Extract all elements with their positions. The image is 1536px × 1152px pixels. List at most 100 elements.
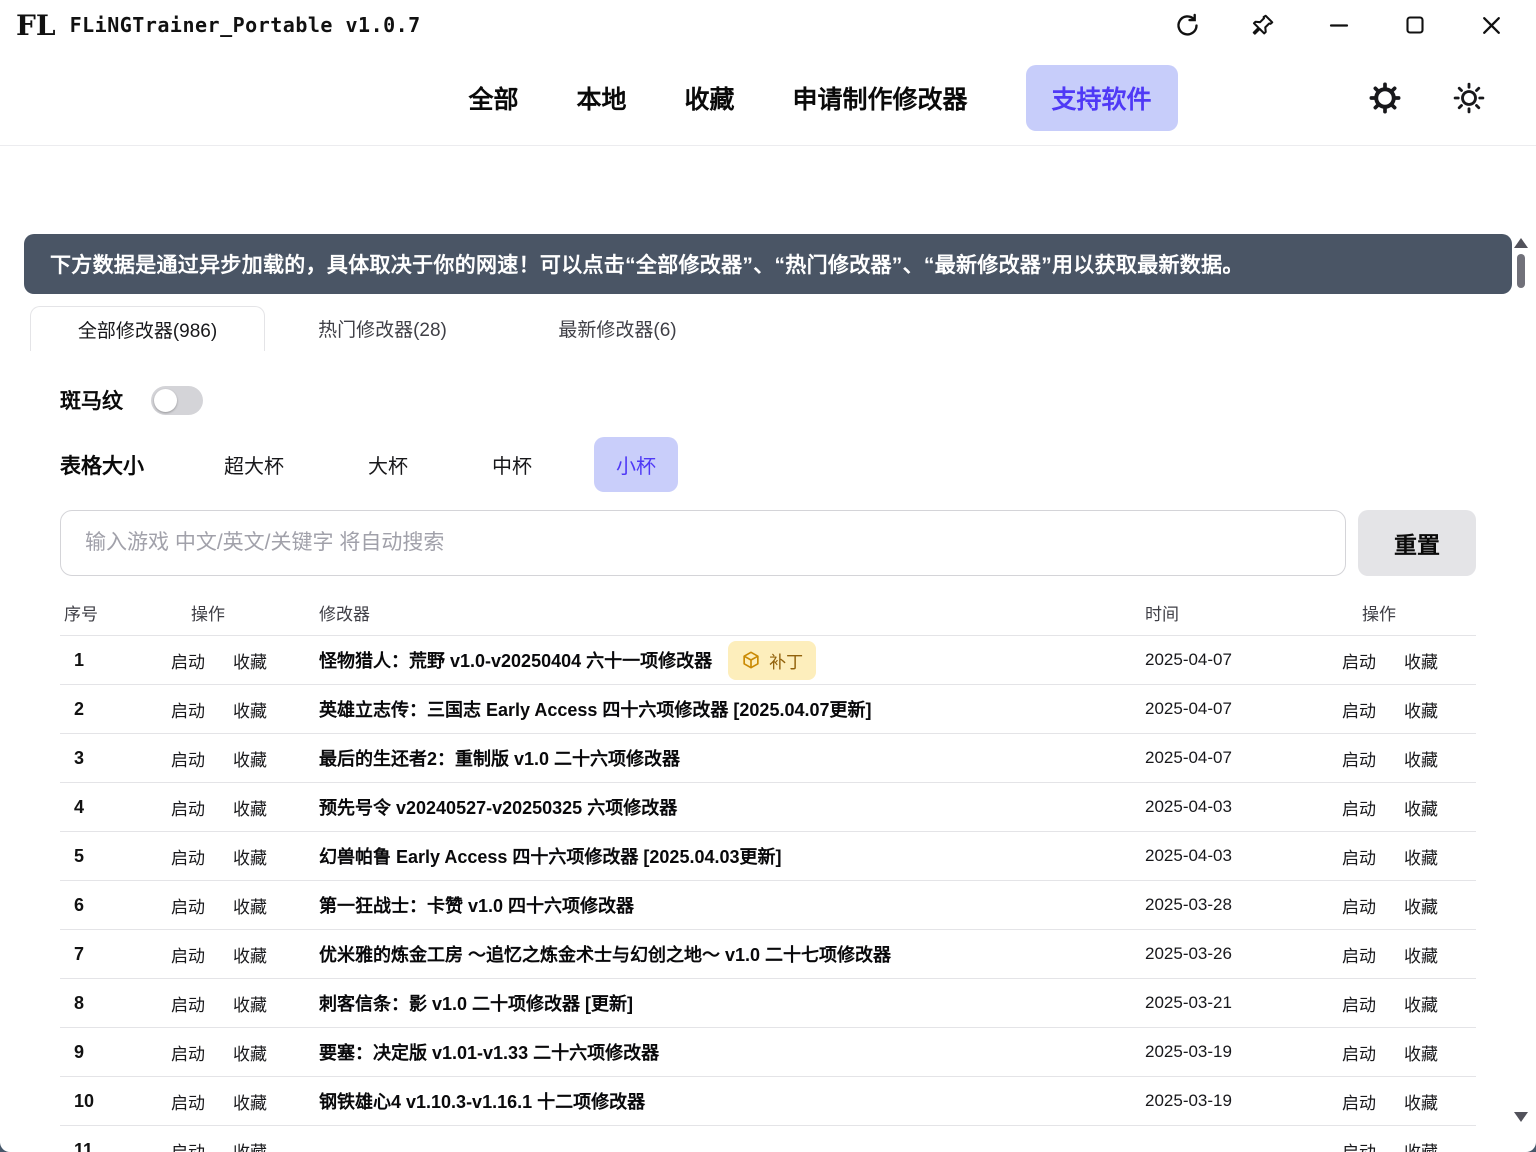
launch-button[interactable]: 启动 bbox=[171, 751, 205, 770]
favorite-button[interactable]: 收藏 bbox=[1404, 751, 1438, 770]
row-number: 2 bbox=[64, 699, 84, 719]
launch-button[interactable]: 启动 bbox=[1342, 996, 1376, 1015]
favorite-button[interactable]: 收藏 bbox=[233, 849, 267, 868]
launch-button[interactable]: 启动 bbox=[1342, 751, 1376, 770]
size-option-1[interactable]: 超大杯 bbox=[202, 437, 306, 492]
trainer-name: 钢铁雄心4 v1.10.3-v1.16.1 十二项修改器 bbox=[319, 1088, 645, 1114]
launch-button[interactable]: 启动 bbox=[1342, 1094, 1376, 1113]
launch-button[interactable]: 启动 bbox=[1342, 702, 1376, 721]
favorite-button[interactable]: 收藏 bbox=[1404, 1045, 1438, 1064]
size-option-3[interactable]: 中杯 bbox=[470, 437, 554, 492]
size-option-2[interactable]: 大杯 bbox=[346, 437, 430, 492]
scrollbar-track[interactable] bbox=[1514, 248, 1528, 1112]
app-logo: FL bbox=[16, 9, 56, 42]
table-row: 8启动收藏刺客信条：影 v1.0 二十项修改器 [更新]2025-03-21启动… bbox=[60, 979, 1476, 1028]
launch-button[interactable]: 启动 bbox=[171, 653, 205, 672]
zebra-row: 斑马纹 bbox=[60, 385, 1476, 415]
search-input[interactable] bbox=[60, 510, 1346, 576]
tab-3[interactable]: 最新修改器(6) bbox=[500, 306, 735, 351]
tab-1[interactable]: 全部修改器(986) bbox=[30, 306, 265, 351]
scrollbar-thumb[interactable] bbox=[1517, 254, 1525, 288]
favorite-button[interactable]: 收藏 bbox=[1404, 996, 1438, 1015]
nav-item-2[interactable]: 本地 bbox=[576, 80, 626, 116]
row-number: 5 bbox=[64, 846, 84, 866]
trainer-date: 2025-04-07 bbox=[1145, 650, 1232, 669]
zebra-toggle[interactable] bbox=[151, 386, 203, 415]
launch-button[interactable]: 启动 bbox=[171, 996, 205, 1015]
favorite-button[interactable]: 收藏 bbox=[1404, 653, 1438, 672]
launch-button[interactable]: 启动 bbox=[1342, 849, 1376, 868]
launch-button[interactable]: 启动 bbox=[171, 1094, 205, 1113]
favorite-button[interactable]: 收藏 bbox=[233, 653, 267, 672]
launch-button[interactable]: 启动 bbox=[1342, 947, 1376, 966]
nav-item-5[interactable]: 支持软件 bbox=[1026, 65, 1178, 131]
pin-icon[interactable] bbox=[1248, 10, 1278, 40]
window-controls bbox=[1172, 10, 1520, 40]
launch-button[interactable]: 启动 bbox=[1342, 1143, 1376, 1152]
trainer-date: 2025-04-07 bbox=[1145, 748, 1232, 767]
trainer-date: 2025-03-19 bbox=[1145, 1091, 1232, 1110]
nav-item-4[interactable]: 申请制作修改器 bbox=[793, 80, 968, 116]
window-title: FLiNGTrainer_Portable v1.0.7 bbox=[70, 13, 421, 37]
table-row: 5 启动 收藏 幻兽帕鲁 Early Access 四十六项修改器 [2025.04.… bbox=[60, 832, 1476, 881]
launch-button[interactable]: 启动 bbox=[1342, 800, 1376, 819]
minimize-icon[interactable] bbox=[1324, 10, 1354, 40]
scroll-up-icon[interactable] bbox=[1514, 238, 1528, 248]
favorite-button[interactable]: 收藏 bbox=[1404, 800, 1438, 819]
favorite-button[interactable]: 收藏 bbox=[233, 898, 267, 917]
trainer-panel: 斑马纹 表格大小 超大杯大杯中杯小杯 重置 序号 操作 bbox=[24, 385, 1512, 1152]
favorite-button[interactable]: 收藏 bbox=[233, 947, 267, 966]
favorite-button[interactable]: 收藏 bbox=[233, 1045, 267, 1064]
favorite-button[interactable]: 收藏 bbox=[233, 702, 267, 721]
favorite-button[interactable]: 收藏 bbox=[1404, 849, 1438, 868]
table-header-row: 序号 操作 修改器 时间 操作 bbox=[60, 590, 1476, 636]
favorite-button[interactable]: 收藏 bbox=[1404, 947, 1438, 966]
launch-button[interactable]: 启动 bbox=[1342, 653, 1376, 672]
search-row: 重置 bbox=[60, 510, 1476, 576]
favorite-button[interactable]: 收藏 bbox=[233, 751, 267, 770]
launch-button[interactable]: 启动 bbox=[1342, 898, 1376, 917]
trainer-name: 优米雅的炼金工房 ～追忆之炼金术士与幻创之地～ v1.0 二十七项修改器 bbox=[319, 941, 891, 967]
launch-button[interactable]: 启动 bbox=[171, 1143, 205, 1152]
table-row: 2启动收藏英雄立志传：三国志 Early Access 四十六项修改器 [202… bbox=[60, 685, 1476, 734]
favorite-button[interactable]: 收藏 bbox=[1404, 898, 1438, 917]
launch-button[interactable]: 启动 bbox=[171, 800, 205, 819]
row-number: 9 bbox=[64, 1042, 84, 1062]
favorite-button[interactable]: 收藏 bbox=[233, 1094, 267, 1113]
size-option-4[interactable]: 小杯 bbox=[594, 437, 678, 492]
launch-button[interactable]: 启动 bbox=[171, 1045, 205, 1064]
navbar-right bbox=[1368, 81, 1486, 115]
maximize-icon[interactable] bbox=[1400, 10, 1430, 40]
favorite-button[interactable]: 收藏 bbox=[1404, 1143, 1438, 1152]
nav-item-3[interactable]: 收藏 bbox=[684, 80, 734, 116]
trainer-name: 怪物猎人：荒野 v1.0-v20250404 六十一项修改器 bbox=[319, 647, 712, 673]
table-row: 10启动收藏钢铁雄心4 v1.10.3-v1.16.1 十二项修改器2025-0… bbox=[60, 1077, 1476, 1126]
patch-badge[interactable]: 补丁 bbox=[728, 641, 816, 680]
favorite-button[interactable]: 收藏 bbox=[233, 800, 267, 819]
launch-button[interactable]: 启动 bbox=[171, 849, 205, 868]
gear-icon[interactable] bbox=[1368, 81, 1402, 115]
scroll-down-icon[interactable] bbox=[1514, 1112, 1528, 1122]
launch-button[interactable]: 启动 bbox=[171, 702, 205, 721]
trainer-date: 2025-03-28 bbox=[1145, 895, 1232, 914]
close-icon[interactable] bbox=[1476, 10, 1506, 40]
vertical-scrollbar[interactable] bbox=[1514, 238, 1528, 1122]
trainer-name: 幻兽帕鲁 Early Access 四十六项修改器 [2025.04.03更新] bbox=[319, 843, 782, 869]
favorite-button[interactable]: 收藏 bbox=[1404, 1094, 1438, 1113]
favorite-button[interactable]: 收藏 bbox=[233, 996, 267, 1015]
trainer-name: 刺客信条：影 v1.0 二十项修改器 [更新] bbox=[319, 990, 633, 1016]
reset-button[interactable]: 重置 bbox=[1358, 510, 1476, 576]
favorite-button[interactable]: 收藏 bbox=[1404, 702, 1438, 721]
refresh-icon[interactable] bbox=[1172, 10, 1202, 40]
launch-button[interactable]: 启动 bbox=[171, 898, 205, 917]
table-row: 11启动收藏启动收藏 bbox=[60, 1126, 1476, 1152]
tab-2[interactable]: 热门修改器(28) bbox=[265, 306, 500, 351]
trainer-name: 要塞：决定版 v1.01-v1.33 二十六项修改器 bbox=[319, 1039, 659, 1065]
launch-button[interactable]: 启动 bbox=[171, 947, 205, 966]
trainer-date: 2025-04-07 bbox=[1145, 699, 1232, 718]
row-number: 8 bbox=[64, 993, 84, 1013]
nav-item-1[interactable]: 全部 bbox=[468, 80, 518, 116]
launch-button[interactable]: 启动 bbox=[1342, 1045, 1376, 1064]
brightness-icon[interactable] bbox=[1452, 81, 1486, 115]
favorite-button[interactable]: 收藏 bbox=[233, 1143, 267, 1152]
